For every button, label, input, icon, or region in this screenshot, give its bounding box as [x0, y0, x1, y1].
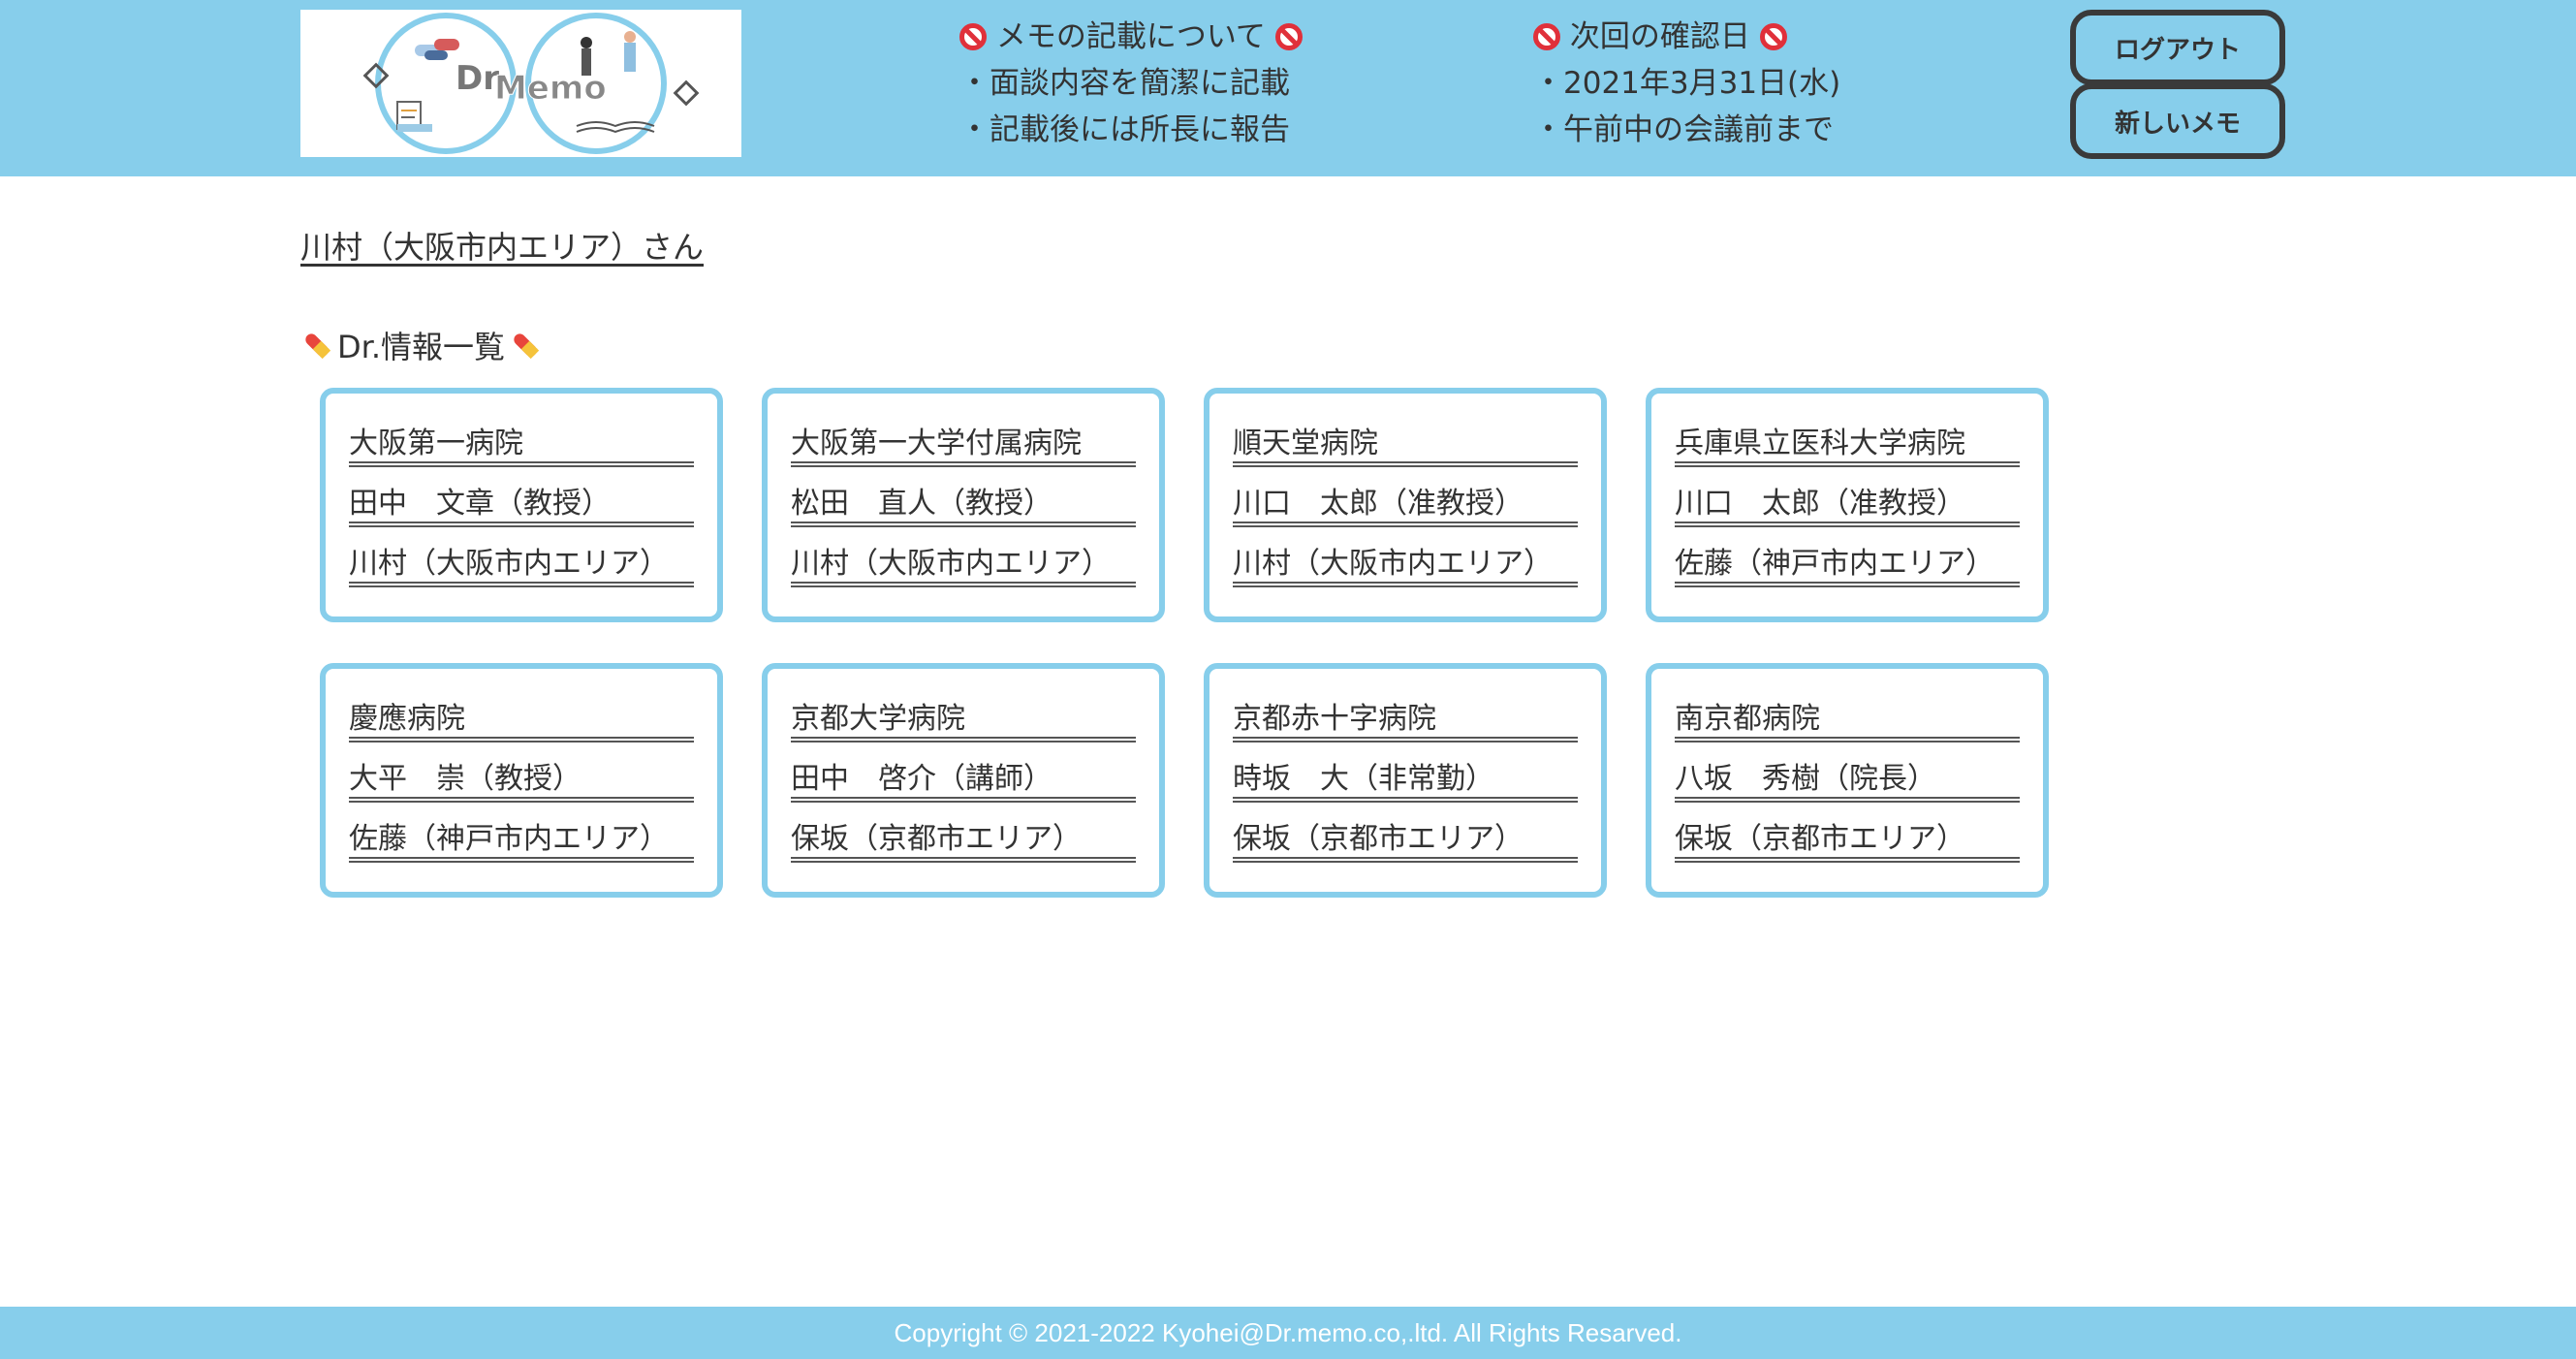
rep-name: 佐藤（神戸市内エリア） — [349, 803, 694, 863]
hospital-name: 慶應病院 — [349, 682, 694, 743]
doctor-card[interactable]: 兵庫県立医科大学病院 川口 太郎（准教授） 佐藤（神戸市内エリア） — [1646, 388, 2049, 622]
new-memo-button[interactable]: 新しいメモ — [2070, 83, 2285, 159]
copyright-text: Copyright © 2021-2022 Kyohei@Dr.memo.co,… — [894, 1317, 1682, 1347]
hospital-name: 順天堂病院 — [1233, 407, 1578, 467]
no-entry-icon — [1759, 23, 1787, 50]
doctor-name: 田中 啓介（講師） — [791, 743, 1136, 803]
rep-name: 保坂（京都市エリア） — [1675, 803, 2020, 863]
no-entry-icon — [1533, 23, 1560, 50]
doctor-name: 大平 崇（教授） — [349, 743, 694, 803]
doctor-card[interactable]: 大阪第一大学付属病院 松田 直人（教授） 川村（大阪市内エリア） — [762, 388, 1165, 622]
doctor-name: 川口 太郎（准教授） — [1233, 467, 1578, 527]
dr-memo-logo[interactable]: Dr. Memo — [300, 10, 741, 157]
doctor-card[interactable]: 順天堂病院 川口 太郎（准教授） 川村（大阪市内エリア） — [1204, 388, 1607, 622]
site-footer: Copyright © 2021-2022 Kyohei@Dr.memo.co,… — [0, 1307, 2576, 1359]
rep-name: 川村（大阪市内エリア） — [349, 527, 694, 587]
hospital-name: 大阪第一病院 — [349, 407, 694, 467]
doctor-card[interactable]: 慶應病院 大平 崇（教授） 佐藤（神戸市内エリア） — [320, 663, 723, 898]
pill-icon — [514, 333, 540, 360]
memo-guidelines-title: メモの記載について — [959, 14, 1303, 60]
user-greeting-link[interactable]: 川村（大阪市内エリア）さん — [300, 223, 704, 268]
hospital-name: 京都大学病院 — [791, 682, 1136, 743]
doctor-name: 川口 太郎（准教授） — [1675, 467, 2020, 527]
hospital-name: 兵庫県立医科大学病院 — [1675, 407, 2020, 467]
rep-name: 川村（大阪市内エリア） — [1233, 527, 1578, 587]
memo-guideline-line: ・記載後には所長に報告 — [959, 112, 1290, 147]
doctor-name: 八坂 秀樹（院長） — [1675, 743, 2020, 803]
hospital-name: 大阪第一大学付属病院 — [791, 407, 1136, 467]
rep-name: 川村（大阪市内エリア） — [791, 527, 1136, 587]
hospital-name: 京都赤十字病院 — [1233, 682, 1578, 743]
doctor-card[interactable]: 京都大学病院 田中 啓介（講師） 保坂（京都市エリア） — [762, 663, 1165, 898]
next-check-title: 次回の確認日 — [1533, 14, 1840, 60]
doctor-name: 田中 文章（教授） — [349, 467, 694, 527]
rep-name: 保坂（京都市エリア） — [791, 803, 1136, 863]
pill-icon — [305, 333, 331, 360]
doctor-card[interactable]: 京都赤十字病院 時坂 大（非常勤） 保坂（京都市エリア） — [1204, 663, 1607, 898]
doctor-card[interactable]: 大阪第一病院 田中 文章（教授） 川村（大阪市内エリア） — [320, 388, 723, 622]
no-entry-icon — [1274, 23, 1303, 50]
rep-name: 保坂（京都市エリア） — [1233, 803, 1578, 863]
next-check-line: ・午前中の会議前まで — [1533, 112, 1834, 147]
doctor-list-title: Dr.情報一覧 — [337, 329, 506, 365]
logo-graphic: Dr. Memo — [362, 13, 700, 154]
next-check-line: ・2021年3月31日(水) — [1533, 66, 1841, 101]
next-check-date-notice: 次回の確認日 ・2021年3月31日(水) ・午前中の会議前まで — [1533, 14, 1840, 153]
memo-guidelines-notice: メモの記載について ・面談内容を簡潔に記載 ・記載後には所長に報告 — [959, 14, 1303, 153]
logout-button[interactable]: ログアウト — [2070, 10, 2285, 85]
doctor-card[interactable]: 南京都病院 八坂 秀樹（院長） 保坂（京都市エリア） — [1646, 663, 2049, 898]
doctor-card-grid: 大阪第一病院 田中 文章（教授） 川村（大阪市内エリア） 大阪第一大学付属病院 … — [320, 388, 2049, 898]
rep-name: 佐藤（神戸市内エリア） — [1675, 527, 2020, 587]
no-entry-icon — [959, 23, 987, 50]
memo-guideline-line: ・面談内容を簡潔に記載 — [959, 66, 1290, 101]
hospital-name: 南京都病院 — [1675, 682, 2020, 743]
doctor-name: 松田 直人（教授） — [791, 467, 1136, 527]
site-header: Dr. Memo メモの記載について ・面談内容を簡潔に記載 ・記載後には所長に… — [0, 0, 2576, 176]
svg-text:Memo: Memo — [494, 69, 607, 108]
doctor-list-heading: Dr.情報一覧 — [300, 323, 542, 367]
doctor-name: 時坂 大（非常勤） — [1233, 743, 1578, 803]
